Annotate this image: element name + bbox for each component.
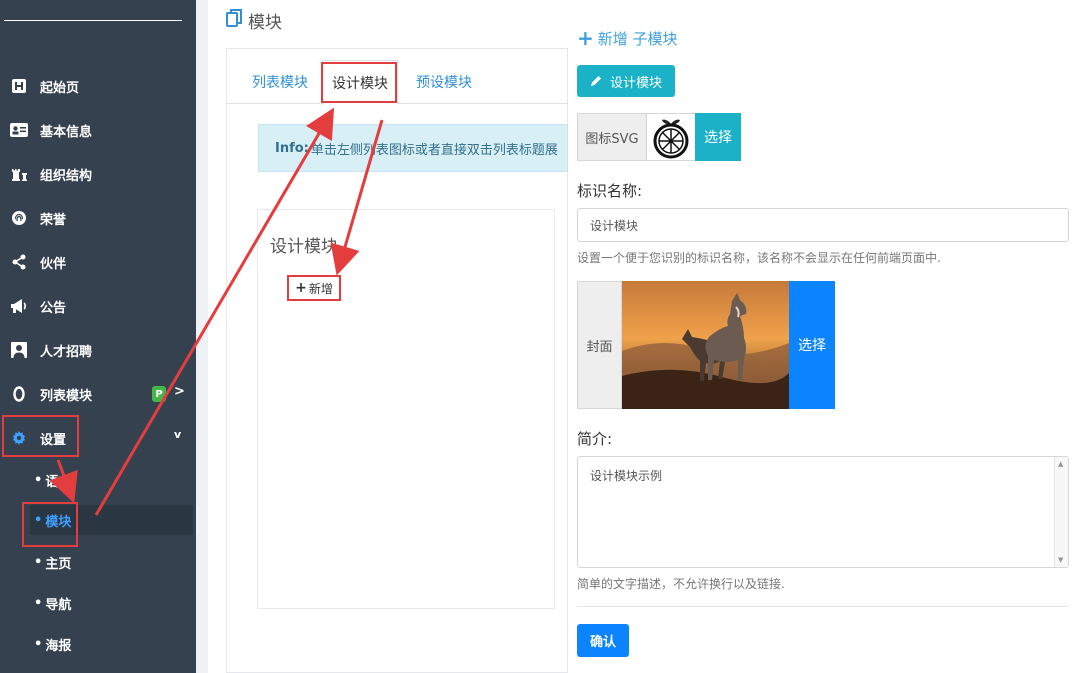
sidebar-item-label: 人才招聘: [40, 344, 93, 360]
plus-icon: +: [577, 26, 594, 50]
sidebar-item-label: 基本信息: [40, 124, 93, 140]
sidebar-divider: [4, 20, 182, 21]
confirm-button[interactable]: 确认: [577, 624, 629, 657]
sidebar-item-honor[interactable]: 荣誉: [0, 196, 196, 240]
sidebar-sub-poster[interactable]: • 海报: [0, 629, 196, 659]
intro-label: 简介:: [577, 430, 613, 448]
form-divider: [577, 606, 1069, 607]
info-text: 单击左侧列表图标或者直接双击列表标题展: [310, 142, 558, 158]
cover-image: [622, 281, 789, 409]
sidebar-item-label: 列表模块: [40, 388, 93, 404]
sidebar: 起始页 基本信息 组织结构 荣誉 伙伴 公告 人才招聘 列表模块 P > 设置 …: [0, 0, 196, 673]
intro-text: 设计模块示例: [590, 469, 663, 483]
bullet-icon: •: [34, 472, 43, 488]
icon-svg-label: 图标SVG: [577, 113, 647, 161]
h-box-icon: [10, 77, 28, 95]
icon-svg-group: 图标SVG 选择: [577, 113, 741, 161]
intro-help-text: 简单的文字描述，不允许换行以及链接.: [577, 577, 785, 591]
name-help-text: 设置一个便于您识别的标识名称，该名称不会显示在任何前端页面中.: [577, 251, 941, 265]
sidebar-sub-label: 主页: [45, 556, 72, 572]
design-module-title: 设计模块: [270, 237, 338, 257]
sidebar-item-org[interactable]: 组织结构: [0, 152, 196, 196]
fingerprint-icon: [10, 209, 28, 227]
tab-preset-module[interactable]: 预设模块: [402, 60, 486, 104]
add-module-label: 新增: [308, 281, 333, 296]
sidebar-sub-nav[interactable]: • 导航: [0, 588, 196, 618]
sidebar-item-label: 伙伴: [40, 256, 67, 272]
bullet-icon: •: [34, 554, 43, 570]
page-title-text: 模块: [248, 13, 282, 33]
design-module-button-label: 设计模块: [609, 75, 662, 91]
info-alert: Info: 单击左侧列表图标或者直接双击列表标题展: [258, 124, 568, 172]
highlight-box-settings: [2, 415, 79, 457]
icon-select-button[interactable]: 选择: [695, 113, 741, 161]
bullet-icon: •: [34, 595, 43, 611]
id-card-icon: [10, 121, 28, 139]
sidebar-item-list-module[interactable]: 列表模块 P >: [0, 372, 196, 416]
design-module-box: [257, 209, 555, 609]
module-tabs: 列表模块 设计模块 预设模块: [226, 60, 568, 105]
page-title: 模块: [226, 8, 282, 33]
bullet-icon: •: [34, 636, 43, 652]
circle-o-icon: [10, 385, 28, 403]
textarea-scrollbar[interactable]: ▲ ▼: [1054, 457, 1068, 567]
sidebar-item-label: 公告: [40, 300, 67, 316]
plus-icon: +: [295, 280, 307, 296]
highlight-box-module: [22, 502, 78, 547]
plugin-badge: P: [152, 386, 166, 402]
layout-gutter: [196, 0, 208, 673]
form-title: + 新增 子模块: [577, 26, 678, 50]
user-icon: [10, 341, 28, 359]
megaphone-icon: [10, 297, 28, 315]
chevron-right-icon: >: [174, 384, 185, 399]
cover-label: 封面: [577, 281, 622, 409]
intro-textarea[interactable]: 设计模块示例 ▲ ▼: [577, 456, 1069, 568]
copy-icon: [226, 9, 242, 32]
scroll-up-icon[interactable]: ▲: [1058, 460, 1063, 468]
info-prefix: Info:: [275, 140, 309, 156]
name-label: 标识名称:: [577, 182, 643, 200]
sidebar-sub-home[interactable]: • 主页: [0, 547, 196, 577]
share-icon: [10, 253, 28, 271]
sidebar-sub-language[interactable]: • 语言: [0, 465, 196, 495]
sidebar-item-basic-info[interactable]: 基本信息: [0, 108, 196, 152]
cover-group: 封面 选择: [577, 281, 835, 409]
sidebar-item-recruit[interactable]: 人才招聘: [0, 328, 196, 372]
chess-icon: [10, 165, 28, 183]
sidebar-sub-label: 导航: [45, 597, 72, 613]
add-module-button[interactable]: + 新增: [287, 275, 341, 301]
sidebar-sub-label: 海报: [45, 638, 72, 654]
sidebar-item-notice[interactable]: 公告: [0, 284, 196, 328]
highlight-box-tab: [321, 62, 397, 103]
name-input[interactable]: 设计模块: [577, 208, 1069, 242]
sidebar-item-partner[interactable]: 伙伴: [0, 240, 196, 284]
sidebar-item-label: 组织结构: [40, 168, 93, 184]
scroll-down-icon[interactable]: ▼: [1058, 556, 1063, 564]
design-module-button[interactable]: 设计模块: [577, 65, 675, 97]
pencil-icon: [590, 75, 602, 87]
orange-slice-icon: [653, 119, 689, 159]
icon-svg-preview: [647, 113, 695, 161]
cover-select-button[interactable]: 选择: [789, 281, 835, 409]
sidebar-item-start[interactable]: 起始页: [0, 64, 196, 108]
sidebar-sub-label: 语言: [45, 474, 72, 490]
chevron-down-icon: v: [174, 428, 182, 441]
form-title-text: 新增 子模块: [597, 29, 678, 48]
sidebar-item-label: 荣誉: [40, 212, 67, 228]
tab-list-module[interactable]: 列表模块: [238, 60, 322, 104]
sidebar-item-label: 起始页: [40, 80, 80, 96]
